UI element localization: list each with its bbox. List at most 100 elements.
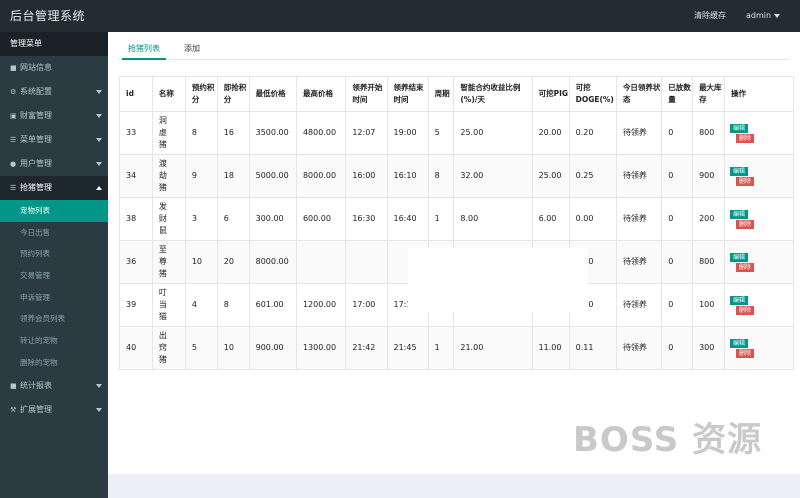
table-cell: 待领养 bbox=[615, 197, 663, 241]
pet-name: 至尊猪 bbox=[158, 245, 167, 278]
sidebar-item-wealth[interactable]: ▣ 财富管理 bbox=[0, 104, 108, 128]
table-cell: 0 bbox=[661, 197, 694, 241]
table-cell: 10 bbox=[184, 240, 218, 284]
sidebar-subitem-reservations[interactable]: 预约列表 bbox=[0, 243, 108, 266]
table-cell: 0 bbox=[661, 154, 694, 198]
sidebar-item-system-config[interactable]: ⚙ 系统配置 bbox=[0, 80, 108, 104]
table-cell: 800 bbox=[692, 240, 725, 284]
edit-button[interactable]: 编辑 bbox=[729, 252, 748, 262]
table-cell: 叮当猫 bbox=[151, 283, 186, 327]
table-cell: 21.00 bbox=[453, 326, 533, 370]
user-menu[interactable]: admin bbox=[746, 0, 781, 32]
delete-button[interactable]: 删除 bbox=[735, 262, 754, 272]
edit-button[interactable]: 编辑 bbox=[729, 295, 748, 305]
table-cell: 4 bbox=[184, 283, 218, 327]
delete-button[interactable]: 删除 bbox=[735, 176, 754, 186]
sidebar-item-menu[interactable]: ☰ 菜单管理 bbox=[0, 128, 108, 152]
table-cell: 20.00 bbox=[531, 111, 570, 155]
table-cell: 6.00 bbox=[531, 197, 570, 241]
column-header: 即抢积分 bbox=[216, 76, 250, 112]
sidebar-item-label: 抢猪管理 bbox=[20, 183, 52, 192]
edit-button[interactable]: 编辑 bbox=[729, 166, 748, 176]
pig-table: id 名称 预约积分 即抢积分 最低价格 最高价格 领养开始时间 领养结束时间 … bbox=[119, 76, 795, 370]
sidebar-subitem-appeals[interactable]: 申诉管理 bbox=[0, 286, 108, 309]
edit-button[interactable]: 编辑 bbox=[729, 209, 748, 219]
table-cell: 40 bbox=[119, 326, 153, 370]
actions-cell: 编辑 删除 bbox=[723, 197, 795, 241]
table-cell: 待领养 bbox=[615, 240, 663, 284]
chevron-down-icon bbox=[96, 383, 102, 388]
table-cell bbox=[345, 240, 388, 284]
table-cell: 0.00 bbox=[568, 197, 617, 241]
sidebar-subitem-adopt-members[interactable]: 领养会员列表 bbox=[0, 308, 108, 331]
table-cell: 待领养 bbox=[615, 326, 663, 370]
table-cell: 601.00 bbox=[248, 283, 297, 327]
pet-name: 洞虚猪 bbox=[158, 116, 167, 149]
table-cell: 渡劫猪 bbox=[151, 154, 186, 198]
list-icon: ☰ bbox=[10, 136, 17, 144]
table-cell: 20 bbox=[216, 240, 250, 284]
clear-cache-link[interactable]: 清除缓存 bbox=[694, 0, 726, 32]
table-cell: 17:00 bbox=[345, 283, 388, 327]
table-cell: 1200.00 bbox=[295, 283, 347, 327]
table-cell: 300 bbox=[692, 326, 725, 370]
column-header: 已放数量 bbox=[661, 76, 694, 112]
sidebar-item-extensions[interactable]: ⚒ 扩展管理 bbox=[0, 398, 108, 422]
sidebar-subitem-deleted[interactable]: 删除的宠物 bbox=[0, 351, 108, 374]
sidebar-subitem-trades[interactable]: 交易管理 bbox=[0, 265, 108, 287]
table-cell: 8.00 bbox=[453, 197, 533, 241]
column-header: 智能合约收益比例(%)/天 bbox=[453, 76, 533, 112]
caret-down-icon bbox=[774, 13, 781, 18]
sidebar-item-reports[interactable]: ■ 统计报表 bbox=[0, 374, 108, 398]
table-cell: 1 bbox=[427, 197, 455, 241]
edit-button[interactable]: 编辑 bbox=[729, 338, 748, 348]
table-row: 33 洞虚猪 8 16 3500.00 4800.00 12:07 19:00 5 25.00 20… bbox=[119, 111, 795, 155]
edit-button[interactable]: 编辑 bbox=[729, 123, 748, 133]
sidebar-item-users[interactable]: ● 用户管理 bbox=[0, 152, 108, 176]
delete-button[interactable]: 删除 bbox=[735, 219, 754, 229]
table-cell: 100 bbox=[692, 283, 725, 327]
table-cell: 33 bbox=[119, 111, 153, 155]
table-cell: 200 bbox=[692, 197, 725, 241]
app-title: 后台管理系统 bbox=[10, 9, 86, 23]
column-header: 领养开始时间 bbox=[345, 76, 388, 112]
table-cell: 0 bbox=[661, 283, 694, 327]
tab-pig-list[interactable]: 抢猪列表 bbox=[122, 38, 166, 60]
table-cell: 34 bbox=[119, 154, 153, 198]
table-cell: 18 bbox=[216, 154, 250, 198]
chevron-down-icon bbox=[96, 162, 102, 166]
footer bbox=[108, 474, 800, 498]
sidebar-item-pig-management[interactable]: ☰ 抢猪管理 bbox=[0, 176, 108, 200]
table-cell: 25.00 bbox=[531, 154, 570, 198]
table-cell: 16:40 bbox=[386, 197, 429, 241]
sidebar-subitem-pet-list[interactable]: 宠物列表 bbox=[0, 200, 108, 222]
sidebar: 管理菜单 ■ 网站信息 ⚙ 系统配置 ▣ 财富管理 ☰ 菜单管理 ● 用户管理 ☰ 抢猪管理… bbox=[0, 32, 108, 498]
table-cell: 待领养 bbox=[615, 111, 663, 155]
table-cell: 0 bbox=[661, 326, 694, 370]
sidebar-subitem-today-sale[interactable]: 今日出售 bbox=[0, 221, 108, 244]
actions-cell: 编辑 删除 bbox=[723, 240, 795, 284]
actions-cell: 编辑 删除 bbox=[723, 326, 795, 370]
column-header: 最大库存 bbox=[692, 76, 725, 112]
table-cell: 25.00 bbox=[453, 111, 533, 155]
table-cell: 0.25 bbox=[568, 154, 617, 198]
sidebar-item-site-info[interactable]: ■ 网站信息 bbox=[0, 56, 108, 80]
table-cell: 16:10 bbox=[386, 154, 429, 198]
sidebar-item-label: 网站信息 bbox=[20, 63, 52, 72]
delete-button[interactable]: 删除 bbox=[735, 133, 754, 143]
delete-button[interactable]: 删除 bbox=[735, 348, 754, 358]
table-cell: 8 bbox=[216, 283, 250, 327]
table-row: 40 出窍猪 5 10 900.00 1300.00 21:42 21:45 1 21.00 11.… bbox=[119, 326, 795, 370]
tab-bar: 抢猪列表 添加 bbox=[118, 38, 790, 60]
tab-add[interactable]: 添加 bbox=[178, 38, 206, 60]
table-cell: 800 bbox=[692, 111, 725, 155]
table-cell: 8 bbox=[184, 111, 218, 155]
delete-button[interactable]: 删除 bbox=[735, 305, 754, 315]
home-icon: ■ bbox=[10, 381, 17, 390]
table-cell: 16 bbox=[216, 111, 250, 155]
column-header: id bbox=[119, 76, 153, 112]
chevron-down-icon bbox=[96, 90, 102, 94]
column-header: 最低价格 bbox=[248, 76, 297, 112]
sidebar-subitem-transferred[interactable]: 转让的宠物 bbox=[0, 330, 108, 352]
chevron-down-icon bbox=[96, 138, 102, 142]
